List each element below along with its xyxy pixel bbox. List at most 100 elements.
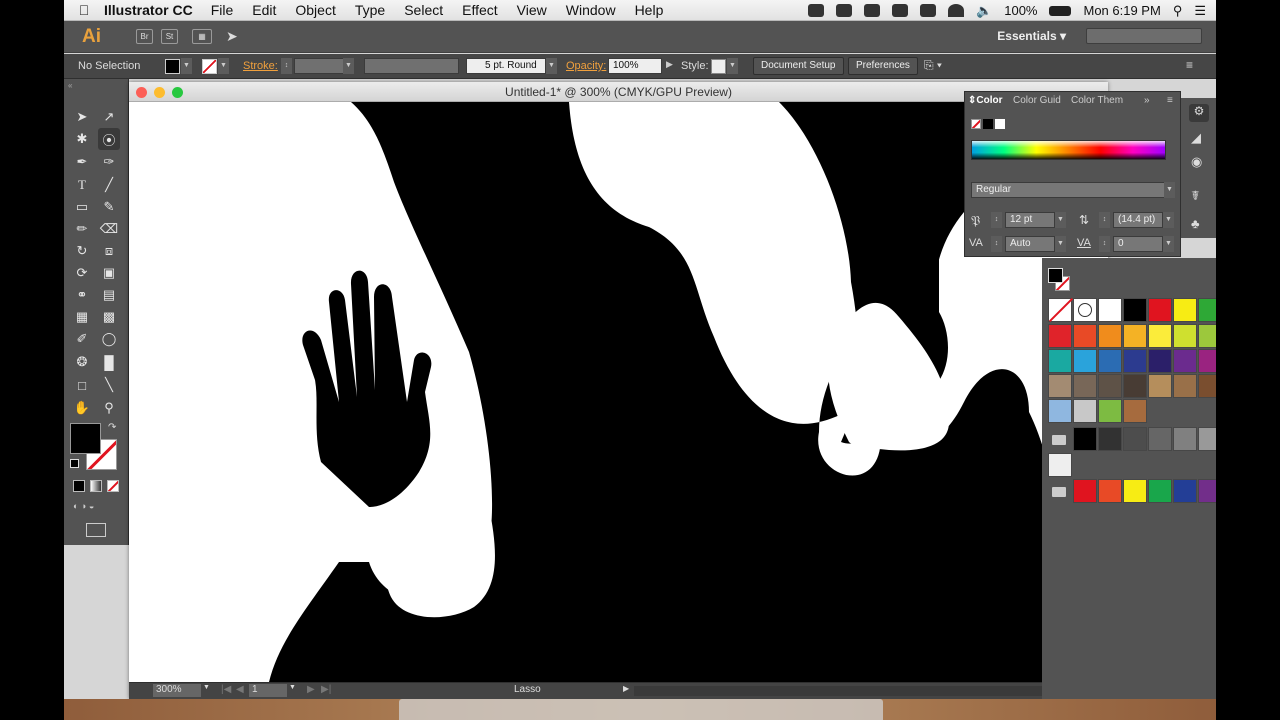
stroke-weight-dropdown-icon[interactable]: ▼	[343, 58, 354, 74]
stroke-weight-field[interactable]	[294, 58, 348, 74]
swatch-color[interactable]	[1148, 427, 1172, 451]
swap-fill-stroke-icon[interactable]: ↷	[108, 422, 116, 433]
menu-select[interactable]: Select	[404, 2, 443, 18]
zoom-dropdown-icon[interactable]: ▼	[203, 684, 213, 691]
wifi-icon[interactable]	[948, 4, 965, 17]
panel-menu-icon[interactable]: ≡	[1186, 58, 1193, 72]
swatch-color[interactable]	[1198, 479, 1216, 503]
tracking-stepper[interactable]: ↕	[1099, 236, 1110, 252]
fill-color-box[interactable]	[70, 423, 101, 454]
swatch-color[interactable]	[1148, 349, 1172, 373]
style-dropdown-icon[interactable]: ▼	[727, 58, 738, 74]
opacity-label[interactable]: Opacity:	[566, 60, 606, 72]
menu-object[interactable]: Object	[295, 2, 335, 18]
minimize-window-button[interactable]	[154, 87, 165, 98]
swatch-pattern[interactable]	[1123, 399, 1147, 423]
column-graph-tool-icon[interactable]: █	[98, 351, 120, 373]
camera-icon[interactable]	[864, 4, 881, 17]
apple-menu-icon[interactable]: 	[64, 2, 104, 18]
paintbrush-tool-icon[interactable]: ✎	[98, 196, 120, 218]
swatch-white[interactable]	[1048, 453, 1072, 477]
color-mode-icon[interactable]	[73, 480, 85, 492]
workspace-switcher[interactable]: Essentials ▾	[997, 29, 1066, 43]
horizontal-scrollbar[interactable]	[634, 686, 1108, 696]
clock[interactable]: Mon 6:19 PM	[1083, 3, 1160, 18]
swatch-color[interactable]	[1123, 479, 1147, 503]
gradient-panel-icon[interactable]: ◢	[1191, 130, 1201, 146]
menu-effect[interactable]: Effect	[462, 2, 498, 18]
swatch-color[interactable]	[1173, 374, 1197, 398]
previous-artboard-button[interactable]: ◀	[236, 684, 244, 695]
sync-icon[interactable]	[836, 4, 853, 17]
menu-window[interactable]: Window	[566, 2, 616, 18]
swatch-color[interactable]	[1048, 324, 1072, 348]
swatch-color[interactable]	[1148, 479, 1172, 503]
graphic-style-swatch[interactable]	[711, 59, 726, 74]
artboard-canvas[interactable]	[129, 102, 1108, 682]
stock-button[interactable]: St	[161, 29, 178, 44]
tab-color-themes[interactable]: Color Them	[1071, 95, 1123, 106]
swatch-pattern[interactable]	[1098, 399, 1122, 423]
first-artboard-button[interactable]: |◀	[221, 684, 231, 695]
swatch-fill-indicator[interactable]	[1048, 268, 1063, 283]
artboard-tool-icon[interactable]: □	[71, 374, 93, 396]
shape-builder-tool-icon[interactable]: ⚭	[71, 284, 93, 306]
panel-options-icon[interactable]: ≡	[1167, 95, 1173, 106]
swatch-color[interactable]	[1073, 479, 1097, 503]
menu-edit[interactable]: Edit	[252, 2, 276, 18]
blend-tool-icon[interactable]: ◯	[98, 328, 120, 350]
pencil-tool-icon[interactable]: ✏	[71, 218, 93, 240]
menu-view[interactable]: View	[517, 2, 547, 18]
status-menu-arrow-icon[interactable]: ▶	[623, 684, 629, 693]
swatch-color[interactable]	[1198, 324, 1216, 348]
arrange-documents-icon[interactable]: ▦	[192, 29, 212, 44]
collapse-tools-icon[interactable]: «	[68, 81, 72, 90]
symbol-sprayer-tool-icon[interactable]: ❂	[71, 351, 93, 373]
kerning-stepper[interactable]: ↕	[991, 236, 1002, 252]
stroke-weight-stepper[interactable]: ↕	[281, 58, 292, 74]
swatch-color[interactable]	[1098, 479, 1122, 503]
swatch-color[interactable]	[1198, 374, 1216, 398]
swatch-group-folder-icon[interactable]	[1052, 435, 1066, 445]
font-size-field[interactable]: 12 pt	[1005, 212, 1055, 228]
rectangle-tool-icon[interactable]: ▭	[71, 196, 93, 218]
eyedropper-tool-icon[interactable]: ✐	[71, 328, 93, 350]
drawing-modes-icon[interactable]: ◐ ◑ ◒	[73, 501, 121, 513]
menu-file[interactable]: File	[211, 2, 234, 18]
next-artboard-button[interactable]: ▶	[307, 684, 315, 695]
tab-color-guide[interactable]: Color Guid	[1013, 95, 1061, 106]
white-color-chip[interactable]	[995, 119, 1005, 129]
artboard-dropdown-icon[interactable]: ▼	[289, 684, 299, 691]
swatch-color[interactable]	[1198, 427, 1216, 451]
gpu-performance-icon[interactable]: ➤	[226, 28, 238, 45]
symbols-panel-icon[interactable]: ♣	[1191, 216, 1200, 231]
opacity-arrow-icon[interactable]: ▶	[666, 59, 673, 70]
zoom-level-field[interactable]: 300%	[153, 684, 201, 697]
swatch-color[interactable]	[1048, 349, 1072, 373]
notifications-icon[interactable]: ☰	[1194, 3, 1206, 19]
stroke-dropdown-icon[interactable]: ▼	[218, 58, 229, 74]
swatch-group-folder-icon[interactable]	[1052, 487, 1066, 497]
battery-percent[interactable]: 100%	[1004, 3, 1037, 18]
type-tool-icon[interactable]: T	[71, 174, 93, 196]
swatch-color[interactable]	[1073, 427, 1097, 451]
swatch-color[interactable]	[1123, 298, 1147, 322]
swatch-color[interactable]	[1148, 298, 1172, 322]
fill-swatch[interactable]	[165, 59, 180, 74]
kerning-dropdown-icon[interactable]: ▼	[1055, 236, 1066, 252]
free-transform-tool-icon[interactable]: ▣	[98, 262, 120, 284]
swatch-color[interactable]	[1098, 374, 1122, 398]
arrange-icon[interactable]: ⎘ ▾	[924, 58, 942, 73]
slice-tool-icon[interactable]: ╲	[98, 374, 120, 396]
swatch-color[interactable]	[1198, 298, 1216, 322]
swatch-pattern[interactable]	[1048, 399, 1072, 423]
hand-tool-icon[interactable]: ✋	[71, 397, 93, 419]
swatch-color[interactable]	[1098, 298, 1122, 322]
swatch-color[interactable]	[1073, 324, 1097, 348]
swatch-none[interactable]	[1048, 297, 1074, 323]
adobe-icon[interactable]	[808, 4, 825, 17]
last-artboard-button[interactable]: ▶|	[321, 684, 331, 695]
gradient-mode-icon[interactable]	[90, 480, 102, 492]
swatch-color[interactable]	[1198, 349, 1216, 373]
airplay-icon[interactable]	[920, 4, 937, 17]
